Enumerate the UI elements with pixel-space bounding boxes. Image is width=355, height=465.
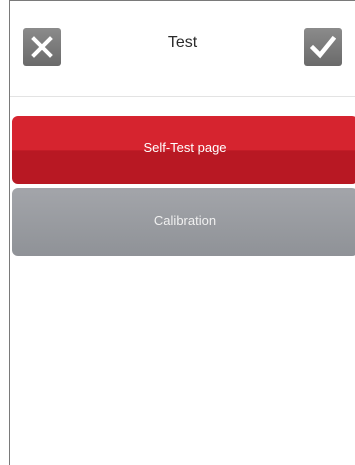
calibration-label: Calibration xyxy=(153,213,217,228)
header-bar: Test xyxy=(10,1,355,97)
self-test-page-label: Self-Test page xyxy=(143,140,227,155)
test-screen: Test Self-Test page Calibration xyxy=(9,0,355,465)
self-test-page-button[interactable]: Self-Test page xyxy=(12,116,355,184)
calibration-button[interactable]: Calibration xyxy=(12,188,355,256)
confirm-button[interactable] xyxy=(304,28,342,66)
checkmark-icon xyxy=(310,35,336,59)
